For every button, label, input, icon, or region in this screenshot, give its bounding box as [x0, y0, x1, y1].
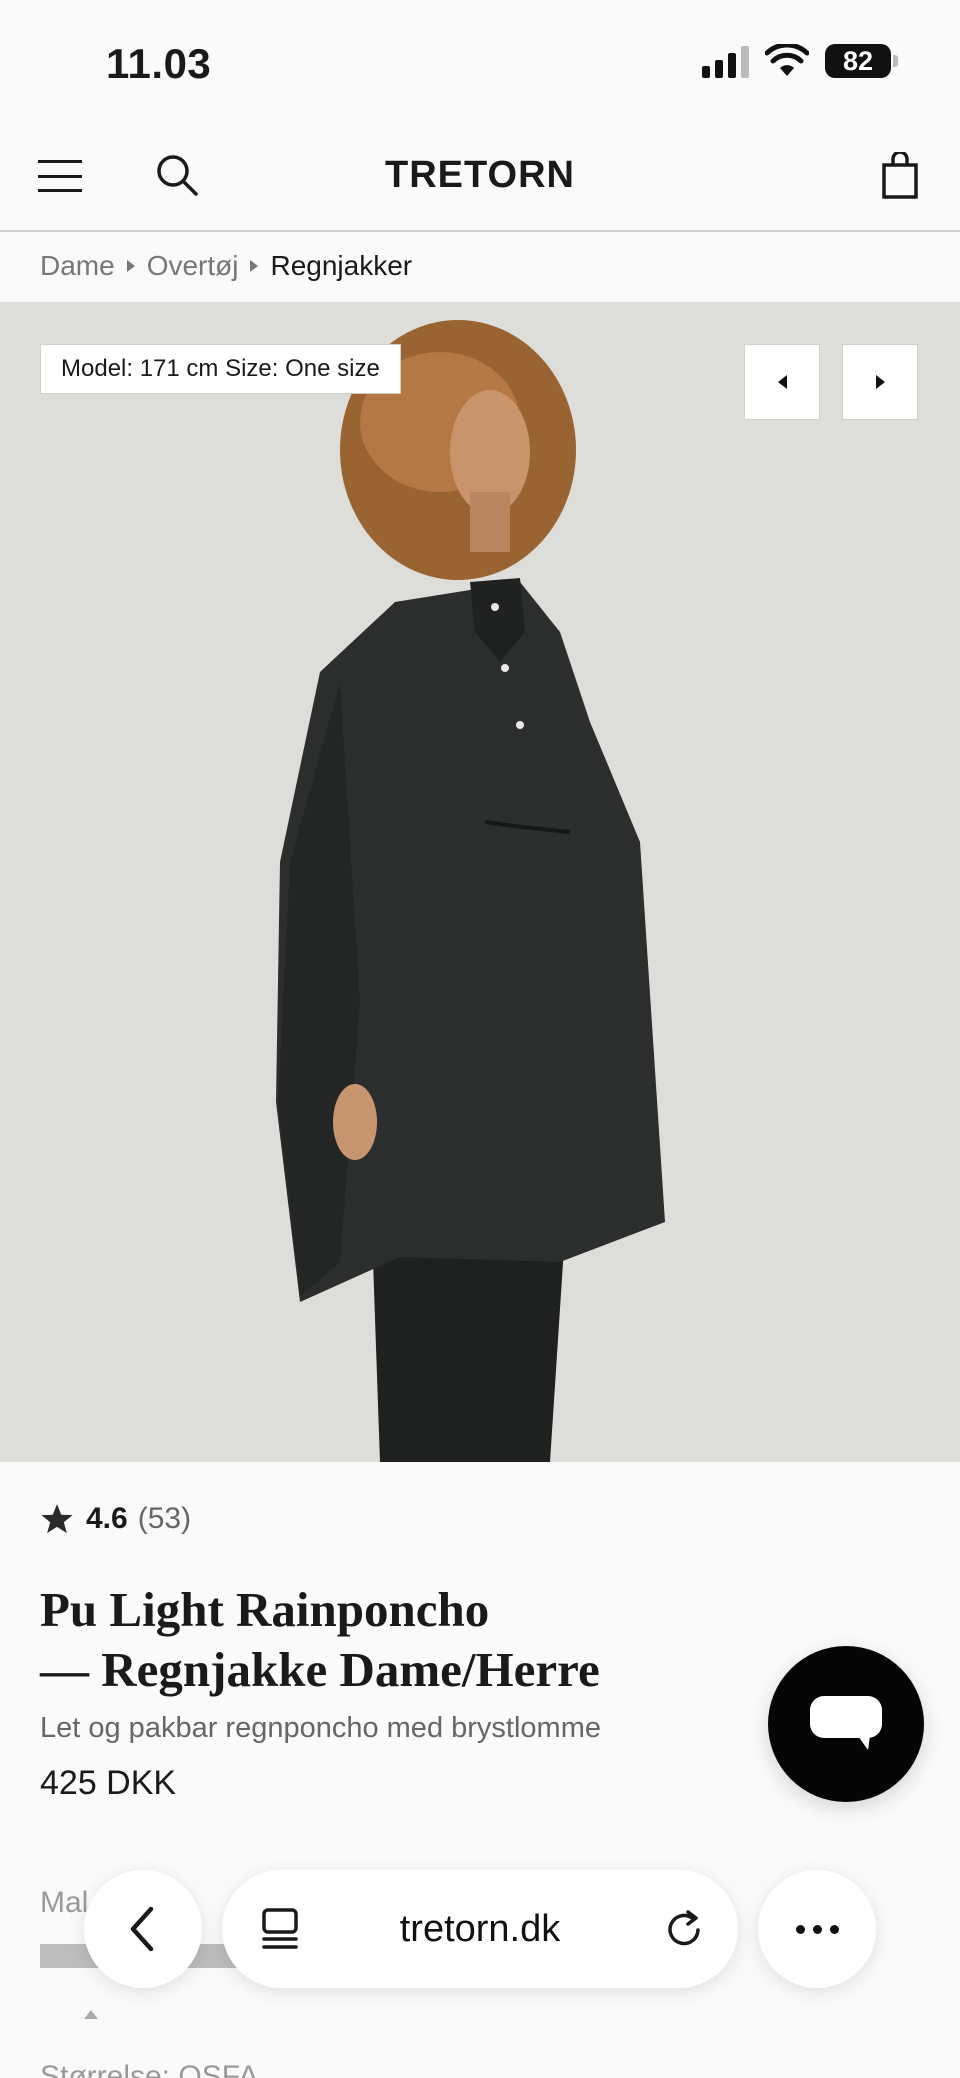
- battery-level: 82: [825, 44, 891, 78]
- browser-address-bar[interactable]: tretorn.dk: [222, 1870, 738, 1988]
- product-title: Pu Light Rainponcho — Regnjakke Dame/Her…: [40, 1580, 760, 1700]
- brand-logo-link[interactable]: TRETORN: [385, 154, 575, 197]
- product-title-line2: — Regnjakke Dame/Herre: [40, 1642, 600, 1697]
- browser-back-button[interactable]: [84, 1870, 202, 1988]
- product-gallery[interactable]: Model: 171 cm Size: One size: [0, 302, 960, 1462]
- reload-icon[interactable]: [662, 1906, 708, 1952]
- star-icon: [41, 1504, 73, 1534]
- review-count: (53): [137, 1502, 192, 1535]
- status-bar: 11.03 82: [0, 0, 960, 120]
- breadcrumb-item-regnjakker: Regnjakker: [270, 250, 413, 281]
- battery-icon: 82: [825, 44, 898, 78]
- product-rating[interactable]: 4.6 (53): [40, 1502, 191, 1536]
- breadcrumb-separator-icon: [126, 260, 135, 272]
- shopping-bag-icon[interactable]: [880, 152, 920, 200]
- product-image: [276, 320, 665, 1462]
- size-label: Størrelse: OSFA: [40, 2060, 259, 2078]
- chat-button[interactable]: [768, 1646, 924, 1802]
- product-title-line1: Pu Light Rainponcho: [40, 1582, 490, 1637]
- more-icon[interactable]: [758, 1870, 876, 1988]
- breadcrumb-item-dame[interactable]: Dame: [40, 250, 115, 282]
- brand-logo: TRETORN: [0, 154, 960, 197]
- breadcrumb-item-overtoj[interactable]: Overtøj: [147, 250, 239, 282]
- gallery-next-button[interactable]: [842, 344, 918, 420]
- status-icons: 82: [702, 44, 898, 78]
- chat-bubble-icon: [810, 1696, 882, 1750]
- product-subtitle: Let og pakbar regnponcho med brystlomme: [40, 1712, 601, 1744]
- browser-toolbar: tretorn.dk: [0, 1870, 960, 2000]
- product-price: 425 DKK: [40, 1764, 177, 1802]
- rating-value: 4.6: [86, 1502, 128, 1535]
- wifi-icon: [765, 44, 809, 76]
- site-header: TRETORN: [0, 120, 960, 232]
- arrow-right-icon: [875, 375, 885, 389]
- selected-swatch-marker-icon: [84, 2010, 98, 2019]
- chevron-left-icon: [130, 1906, 154, 1952]
- breadcrumb: Dame Overtøj Regnjakker: [40, 250, 412, 282]
- arrow-left-icon: [777, 375, 787, 389]
- status-time: 11.03: [106, 40, 212, 87]
- browser-url: tretorn.dk: [399, 1908, 561, 1950]
- gallery-prev-button[interactable]: [744, 344, 820, 420]
- model-info-label: Model: 171 cm Size: One size: [40, 344, 401, 394]
- breadcrumb-separator-icon: [250, 260, 259, 272]
- cellular-signal-icon: [702, 44, 749, 78]
